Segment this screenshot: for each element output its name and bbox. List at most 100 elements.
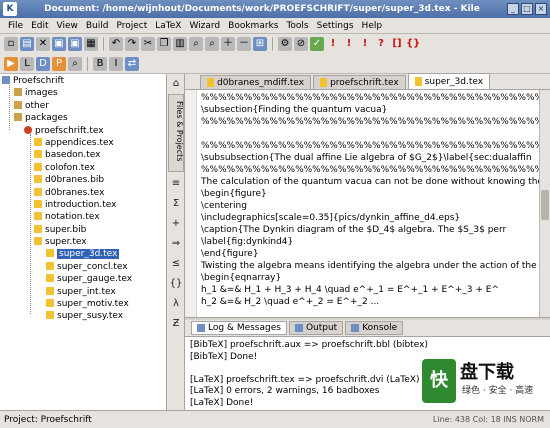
menu-wizard[interactable]: Wizard (185, 21, 224, 31)
tex-file-icon (34, 137, 42, 146)
stop-icon[interactable]: ⊘ (294, 37, 308, 51)
editor-scrollbar[interactable] (539, 90, 550, 317)
bib-file-icon (34, 224, 42, 233)
tree-item-project-root[interactable]: Proefschrift (0, 75, 166, 87)
arrows-tab-icon[interactable]: ⇒ (169, 236, 183, 252)
tree-item-file[interactable]: d0branes.tex (0, 187, 166, 199)
symbols-tab-icon[interactable]: Σ (169, 196, 183, 212)
open-icon[interactable]: ▤ (20, 37, 34, 51)
tree-item-file[interactable]: super_susy.tex (0, 310, 166, 322)
toolbar-separator (272, 37, 273, 51)
close-window-icon[interactable]: × (535, 3, 547, 15)
tree-item-file[interactable]: super.bib (0, 224, 166, 236)
braces-tab-icon[interactable]: {} (169, 276, 183, 292)
code-line: The calculation of the quantum vacua can… (201, 177, 543, 187)
tex-file-icon (414, 77, 422, 86)
convert-icon[interactable]: ⇄ (125, 57, 139, 71)
zoom-out-icon[interactable]: － (237, 37, 251, 51)
tree-item-file[interactable]: basedon.tex (0, 149, 166, 161)
menu-latex[interactable]: LaTeX (151, 21, 185, 31)
menu-build[interactable]: Build (82, 21, 113, 31)
tree-item-file[interactable]: super.tex (0, 236, 166, 248)
watermark-title: 盘下载 (460, 362, 514, 383)
minimize-icon[interactable]: _ (507, 3, 519, 15)
tree-item-file-selected[interactable]: super_3d.tex (0, 248, 166, 260)
warning-icon-3[interactable]: ! (358, 37, 372, 51)
maximize-icon[interactable]: □ (521, 3, 533, 15)
code-line: \subsection{Finding the quantum vacua} (201, 105, 388, 115)
menu-bookmarks[interactable]: Bookmarks (224, 21, 282, 31)
tree-item-master-file[interactable]: proefschrift.tex (0, 125, 166, 137)
tree-item-file[interactable]: colofon.tex (0, 162, 166, 174)
view-dvi-icon[interactable]: D (36, 57, 50, 71)
tab-d0branes-mdiff[interactable]: d0branes_mdiff.tex (200, 75, 312, 89)
structure-icon[interactable]: ⊞ (253, 37, 267, 51)
code-editor[interactable]: %%%%%%%%%%%%%%%%%%%%%%%%%%%%%%%%%%%%%%%%… (185, 90, 550, 318)
status-project: Project: Proefschrift (4, 414, 92, 425)
warning-icon-1[interactable]: ! (326, 37, 340, 51)
tree-item-file[interactable]: d0branes.bib (0, 174, 166, 186)
latex-icon[interactable]: L (20, 57, 34, 71)
menu-bar: File Edit View Build Project LaTeX Wizar… (0, 18, 550, 34)
structure-tab-icon[interactable]: ≡ (169, 176, 183, 192)
paste-icon[interactable]: ▥ (173, 37, 187, 51)
find-icon[interactable]: ⌕ (189, 37, 203, 51)
view-pdf-icon[interactable]: P (52, 57, 66, 71)
braces-icon[interactable]: {} (406, 37, 420, 51)
tree-item-file[interactable]: notation.tex (0, 211, 166, 223)
tree-item-file[interactable]: introduction.tex (0, 199, 166, 211)
check-icon[interactable]: ✓ (310, 37, 324, 51)
cut-icon[interactable]: ✂ (141, 37, 155, 51)
watermark-subtitle: 绿色 · 安全 · 高速 (462, 386, 534, 396)
code-line: \label{fig:dynkind4} (201, 237, 294, 247)
copy-icon[interactable]: ❐ (157, 37, 171, 51)
undo-icon[interactable]: ↶ (109, 37, 123, 51)
plus-tab-icon[interactable]: + (169, 216, 183, 232)
tree-item-folder[interactable]: other (0, 100, 166, 112)
menu-file[interactable]: File (4, 21, 27, 31)
folder-icon (14, 100, 22, 109)
scrollbar-thumb[interactable] (541, 190, 549, 220)
settings-icon[interactable]: ⚙ (278, 37, 292, 51)
tab-log-messages[interactable]: Log & Messages (191, 321, 287, 335)
tree-item-file[interactable]: super_gauge.tex (0, 273, 166, 285)
tab-output[interactable]: Output (288, 321, 344, 335)
menu-edit[interactable]: Edit (27, 21, 52, 31)
tab-super-3d[interactable]: super_3d.tex (407, 73, 491, 89)
tree-item-folder[interactable]: images (0, 87, 166, 99)
menu-help[interactable]: Help (358, 21, 387, 31)
zoom-in-icon[interactable]: ＋ (221, 37, 235, 51)
quickbuild-icon[interactable]: ▶ (4, 57, 18, 71)
save-icon[interactable]: ▣ (52, 37, 66, 51)
tab-konsole[interactable]: Konsole (345, 321, 404, 335)
menu-view[interactable]: View (53, 21, 82, 31)
save-all-icon[interactable]: ▣ (68, 37, 82, 51)
tree-item-file[interactable]: super_concl.tex (0, 261, 166, 273)
warning-icon-2[interactable]: ! (342, 37, 356, 51)
search-icon[interactable]: ⌕ (68, 57, 82, 71)
tab-proefschrift[interactable]: proefschrift.tex (313, 75, 406, 89)
help-icon[interactable]: ? (374, 37, 388, 51)
menu-project[interactable]: Project (112, 21, 151, 31)
tree-item-file[interactable]: super_motiv.tex (0, 298, 166, 310)
special-tab-icon[interactable]: Ƶ (169, 316, 183, 332)
home-icon[interactable]: ⌂ (169, 76, 183, 92)
tree-item-file[interactable]: appendices.tex (0, 137, 166, 149)
relation-tab-icon[interactable]: ≤ (169, 256, 183, 272)
bottom-panel-tabs: Log & Messages Output Konsole (185, 320, 550, 336)
tree-item-file[interactable]: super_int.tex (0, 286, 166, 298)
new-file-icon[interactable]: ▫ (4, 37, 18, 51)
print-icon[interactable]: ▦ (84, 37, 98, 51)
code-line: %%%%%%%%%%%%%%%%%%%%%%%%%%%%%%%%%%%%%%%%… (201, 141, 550, 151)
greek-tab-icon[interactable]: λ (169, 296, 183, 312)
find-next-icon[interactable]: ⌕ (205, 37, 219, 51)
menu-settings[interactable]: Settings (313, 21, 358, 31)
makeindex-icon[interactable]: I (109, 57, 123, 71)
close-icon[interactable]: ✕ (36, 37, 50, 51)
bibtex-icon[interactable]: B (93, 57, 107, 71)
redo-icon[interactable]: ↷ (125, 37, 139, 51)
tree-item-folder[interactable]: packages (0, 112, 166, 124)
tab-files-and-projects[interactable]: Files & Projects (168, 94, 184, 172)
brackets-icon[interactable]: [] (390, 37, 404, 51)
menu-tools[interactable]: Tools (282, 21, 312, 31)
